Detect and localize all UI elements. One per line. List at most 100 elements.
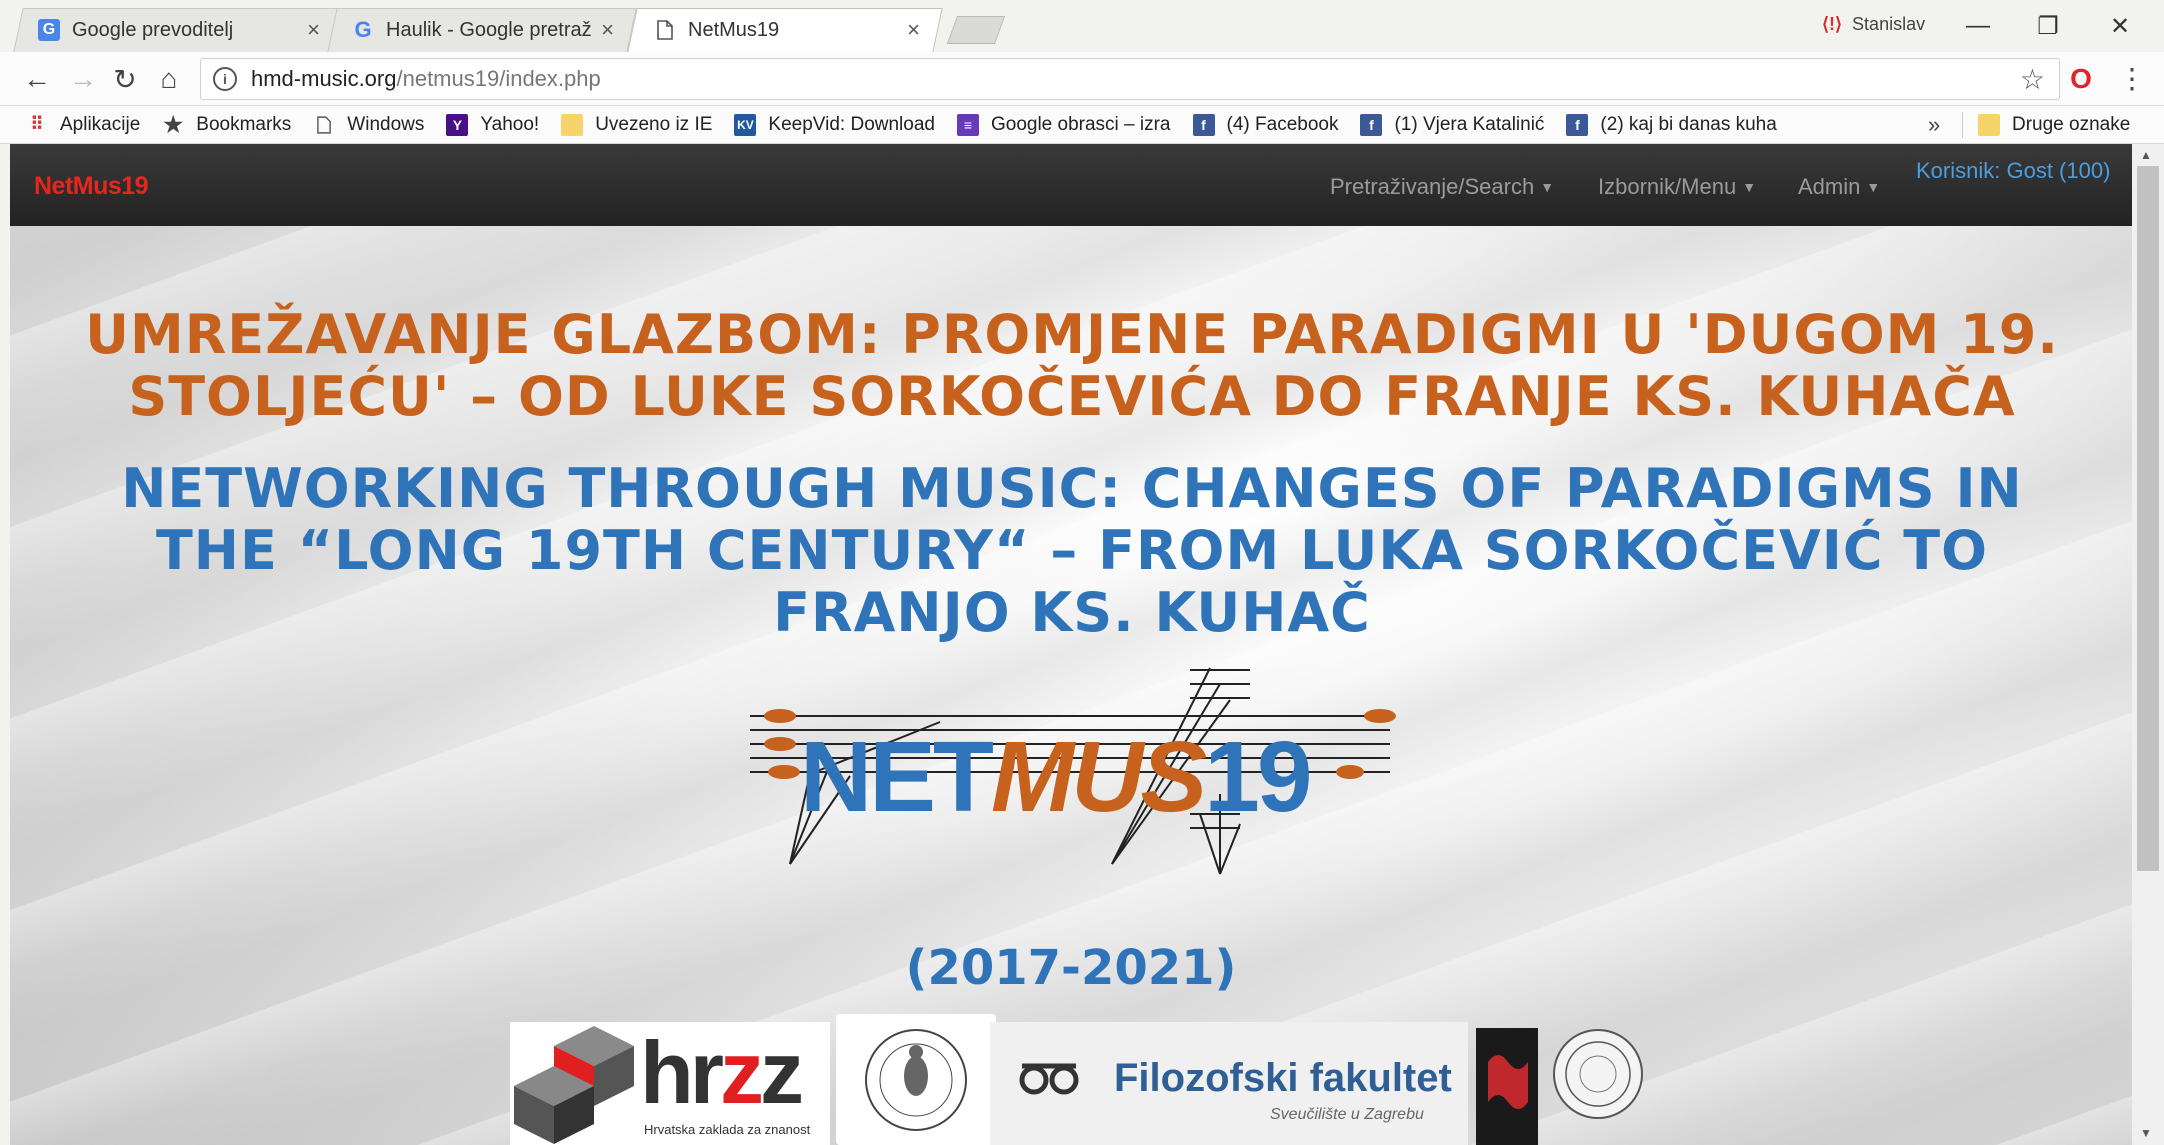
nav-admin[interactable]: Admin ▼ <box>1798 174 1880 200</box>
tab-google-search[interactable]: G Haulik - Google pretraživ × <box>338 8 628 52</box>
bookmark-label: Bookmarks <box>196 113 292 135</box>
forward-button[interactable]: → <box>66 62 100 96</box>
minimize-button[interactable]: — <box>1958 10 1998 42</box>
ffzg-logo[interactable]: Filozofski fakultet Sveučilište u Zagreb… <box>990 1022 1468 1145</box>
close-tab-icon[interactable]: × <box>907 17 920 43</box>
bookmark-star-icon[interactable]: ☆ <box>2020 63 2045 96</box>
tab-label: Google prevoditelj <box>72 18 234 41</box>
keepvid-icon: KV <box>734 113 757 136</box>
google-forms-icon: ≡ <box>956 113 979 136</box>
nav-menu[interactable]: Izbornik/Menu ▼ <box>1598 174 1756 200</box>
new-tab-button[interactable] <box>946 16 1006 44</box>
bookmark-ie-import[interactable]: Uvezeno iz IE <box>561 113 712 136</box>
google-g-icon: G <box>354 17 372 42</box>
tab-netmus19[interactable]: NetMus19 × <box>640 8 934 52</box>
facebook-icon: f <box>1192 113 1215 136</box>
facebook-icon: f <box>1566 113 1589 136</box>
site-brand[interactable]: NetMus19 <box>34 172 149 201</box>
site-navbar: NetMus19 Pretraživanje/Search ▼ Izbornik… <box>10 144 2132 226</box>
university-logos[interactable] <box>1468 1022 1648 1145</box>
bookmark-other[interactable]: Druge oznake <box>1978 106 2130 144</box>
ffzg-name: Filozofski fakultet <box>1114 1056 1452 1100</box>
scrollbar-thumb[interactable] <box>2137 166 2159 871</box>
heading-croatian-line-2: STOLJEĆU' – OD LUKE SORKOČEVIĆA DO FRANJ… <box>128 365 2016 428</box>
home-button[interactable]: ⌂ <box>152 62 186 96</box>
logo-part-net: NET <box>800 721 994 833</box>
caret-down-icon: ▼ <box>1540 179 1555 195</box>
bookmark-label: Aplikacije <box>60 113 141 135</box>
bookmark-windows[interactable]: Windows <box>313 114 424 136</box>
apps-grid-icon: ⠿ <box>30 114 44 134</box>
nav-search[interactable]: Pretraživanje/Search ▼ <box>1330 174 1554 200</box>
hazu-seal[interactable] <box>836 1014 996 1145</box>
bookmark-label: (4) Facebook <box>1226 113 1339 135</box>
logo-wordmark: NETMUS19 <box>800 720 1312 835</box>
bookmark-label: Druge oznake <box>2012 114 2131 135</box>
academy-seal-icon <box>865 1029 967 1131</box>
hrzz-cube-icon <box>514 1026 634 1144</box>
reload-button[interactable]: ↻ <box>108 62 142 96</box>
profile-icon: ⟨!⟩ <box>1822 14 1843 34</box>
bookmark-label: (1) Vjera Katalinić <box>1394 113 1545 135</box>
university-seal-icon <box>1476 1028 1643 1145</box>
close-tab-icon[interactable]: × <box>307 17 320 43</box>
logo-part-mus: MUS <box>991 721 1207 833</box>
bookmark-facebook-3[interactable]: f (2) kaj bi danas kuha <box>1566 113 1777 136</box>
restore-button[interactable]: ❐ <box>2028 10 2068 42</box>
logo-part-19: 19 <box>1204 721 1312 833</box>
info-icon[interactable]: i <box>213 67 237 91</box>
browser-toolbar: ← → ↻ ⌂ i hmd-music.org/netmus19/index.p… <box>0 52 2164 106</box>
bookmark-label: (2) kaj bi danas kuha <box>1600 113 1777 135</box>
bookmark-facebook-1[interactable]: f (4) Facebook <box>1192 113 1339 136</box>
netmus19-logo: NETMUS19 <box>750 664 1410 914</box>
user-status-link[interactable]: Korisnik: Gost (100) <box>1916 158 2110 184</box>
scroll-down-arrow-icon[interactable]: ▼ <box>2140 1126 2152 1140</box>
ffzg-caption: Sveučilište u Zagrebu <box>1270 1106 1424 1123</box>
browser-menu-icon[interactable]: ⋮ <box>2118 62 2146 95</box>
bookmark-apps[interactable]: ⠿ Aplikacije <box>26 114 140 136</box>
bookmarks-bar: ⠿ Aplikacije ★ Bookmarks Windows Y Yahoo… <box>0 106 2164 144</box>
address-bar[interactable]: i hmd-music.org/netmus19/index.php ☆ <box>200 58 2060 100</box>
url-host: hmd-music.org <box>251 66 397 91</box>
bookmark-keepvid[interactable]: KV KeepVid: Download <box>734 113 935 136</box>
yahoo-icon: Y <box>446 113 469 136</box>
hrzz-caption: Hrvatska zaklada za znanost <box>644 1122 811 1137</box>
nav-label: Pretraživanje/Search <box>1330 174 1535 199</box>
bookmark-facebook-2[interactable]: f (1) Vjera Katalinić <box>1360 113 1545 136</box>
ffzg-glagolitic-icon <box>1019 1063 1079 1095</box>
tab-label: NetMus19 <box>688 18 780 41</box>
bookmark-bookmarks[interactable]: ★ Bookmarks <box>162 111 292 137</box>
tab-label: Haulik - Google pretraživ <box>386 18 592 41</box>
heading-english-line-2: THE “LONG 19TH CENTURY“ – FROM LUKA SORK… <box>155 519 1989 582</box>
folder-icon <box>561 113 584 136</box>
close-tab-icon[interactable]: × <box>601 17 614 43</box>
bookmarks-divider <box>1962 112 1963 138</box>
close-window-button[interactable]: ✕ <box>2100 10 2140 42</box>
nav-label: Izbornik/Menu <box>1598 174 1737 199</box>
bookmark-google-forms[interactable]: ≡ Google obrasci – izra <box>956 113 1171 136</box>
page-icon <box>313 114 335 136</box>
bookmark-label: Windows <box>347 113 425 135</box>
more-bookmarks-button[interactable]: » <box>1928 112 1940 138</box>
folder-icon <box>1978 114 2000 136</box>
google-translate-icon: G <box>38 19 60 41</box>
hrzz-wordmark: hrzz <box>640 1023 804 1122</box>
hrzz-logo[interactable]: hrzz Hrvatska zaklada za znanost <box>510 1022 830 1145</box>
profile-name: Stanislav <box>1852 14 1926 34</box>
opera-extension-icon[interactable]: O <box>2064 62 2098 96</box>
page-icon <box>654 19 676 41</box>
scroll-up-arrow-icon[interactable]: ▲ <box>2140 148 2152 162</box>
heading-english-line-1: NETWORKING THROUGH MUSIC: CHANGES OF PAR… <box>121 457 2023 520</box>
tab-google-translate[interactable]: G Google prevoditelj × <box>24 8 334 52</box>
profile-button[interactable]: ⟨!⟩ Stanislav <box>1822 14 1925 35</box>
bookmark-label: KeepVid: Download <box>768 113 935 135</box>
caret-down-icon: ▼ <box>1742 179 1757 195</box>
bookmark-yahoo[interactable]: Y Yahoo! <box>446 113 540 136</box>
star-icon: ★ <box>163 111 184 137</box>
bookmark-label: Yahoo! <box>480 113 540 135</box>
nav-label: Admin <box>1798 174 1861 199</box>
page-viewport: NetMus19 Pretraživanje/Search ▼ Izbornik… <box>10 144 2132 1145</box>
facebook-icon: f <box>1360 113 1383 136</box>
back-button[interactable]: ← <box>20 62 54 96</box>
caret-down-icon: ▼ <box>1866 179 1881 195</box>
